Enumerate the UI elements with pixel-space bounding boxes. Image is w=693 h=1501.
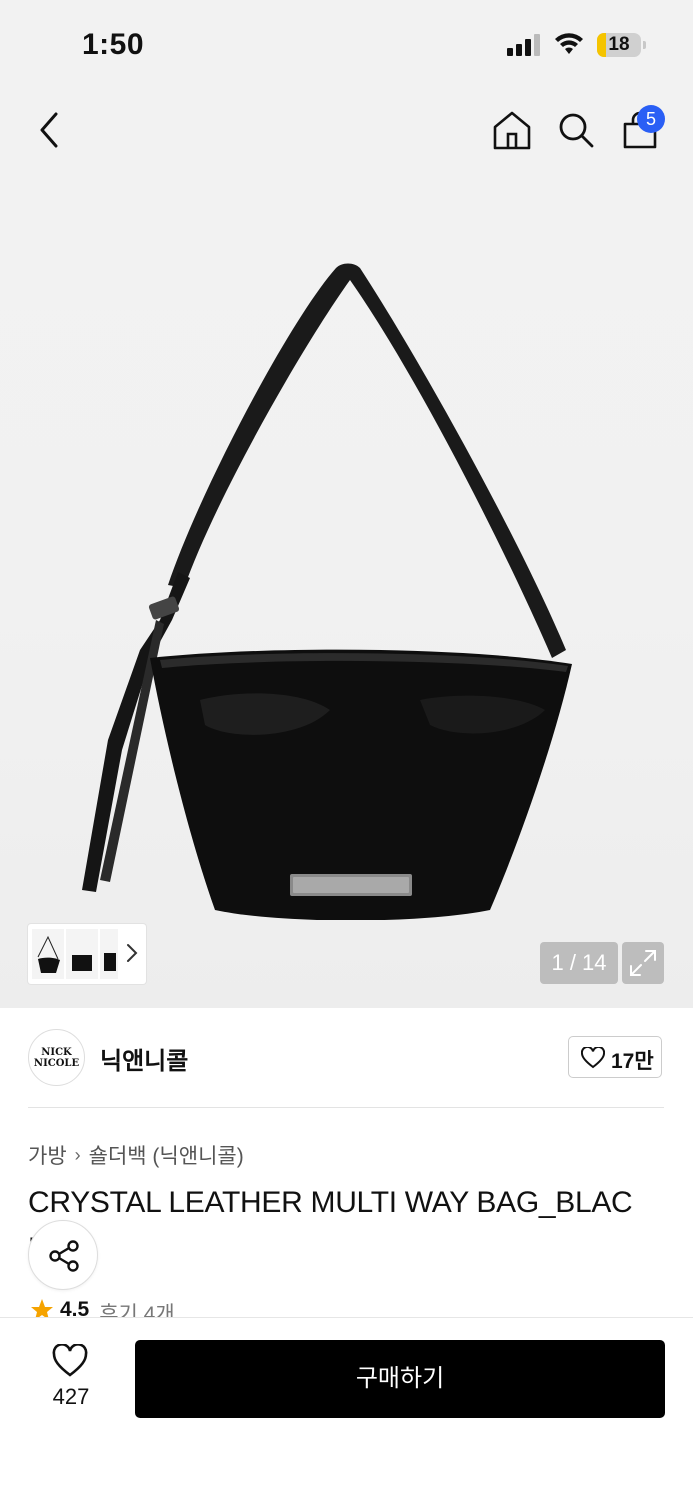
brand-favorite-count: 17만 <box>611 1050 654 1073</box>
star-icon <box>31 1299 53 1318</box>
breadcrumb: 가방 › 숄더백 (닉앤니콜) <box>28 1140 244 1170</box>
divider <box>28 1107 664 1108</box>
battery-level: 18 <box>608 34 630 55</box>
thumbnail-strip[interactable] <box>28 924 146 984</box>
image-counter: 1 / 14 <box>540 942 618 984</box>
product-title: CRYSTAL LEATHER MULTI WAY BAG_BLAC <box>28 1186 633 1219</box>
rating-row[interactable]: 4.5 후기 4개 <box>30 1298 175 1318</box>
like-icon[interactable] <box>52 1344 88 1378</box>
breadcrumb-category[interactable]: 가방 <box>28 1140 67 1170</box>
thumbnail-1[interactable] <box>32 929 64 979</box>
cart-count-badge: 5 <box>637 105 665 133</box>
like-count: 427 <box>52 1384 90 1409</box>
home-icon[interactable] <box>492 110 532 150</box>
share-icon <box>49 1240 79 1272</box>
cellular-signal-icon <box>507 34 541 56</box>
chevron-right-icon[interactable] <box>126 942 138 964</box>
review-count[interactable]: 후기 4개 <box>99 1298 174 1318</box>
brand-favorite-button[interactable]: 17만 <box>568 1036 662 1078</box>
battery-icon: 18 <box>597 33 641 57</box>
search-icon[interactable] <box>556 110 596 150</box>
buy-button[interactable]: 구매하기 <box>135 1340 665 1418</box>
heart-icon <box>581 1047 605 1069</box>
back-arrow-icon[interactable] <box>30 110 70 150</box>
wifi-icon <box>555 33 583 54</box>
expand-icon <box>630 950 656 976</box>
product-image[interactable] <box>0 180 693 920</box>
brand-name[interactable]: 닉앤니콜 <box>100 1041 188 1076</box>
status-time: 1:50 <box>82 28 145 61</box>
thumbnail-3[interactable] <box>100 929 118 979</box>
rating-score: 4.5 <box>60 1298 90 1318</box>
chevron-right-icon: › <box>74 1144 81 1165</box>
thumbnail-2[interactable] <box>66 929 98 979</box>
brand-logo[interactable]: NICK NICOLE <box>28 1029 85 1086</box>
expand-button[interactable] <box>622 942 664 984</box>
product-image-gallery[interactable] <box>0 0 693 1008</box>
breadcrumb-subcategory[interactable]: 숄더백 (닉앤니콜) <box>89 1140 244 1170</box>
battery-tip <box>643 41 646 49</box>
share-button[interactable] <box>28 1220 98 1290</box>
